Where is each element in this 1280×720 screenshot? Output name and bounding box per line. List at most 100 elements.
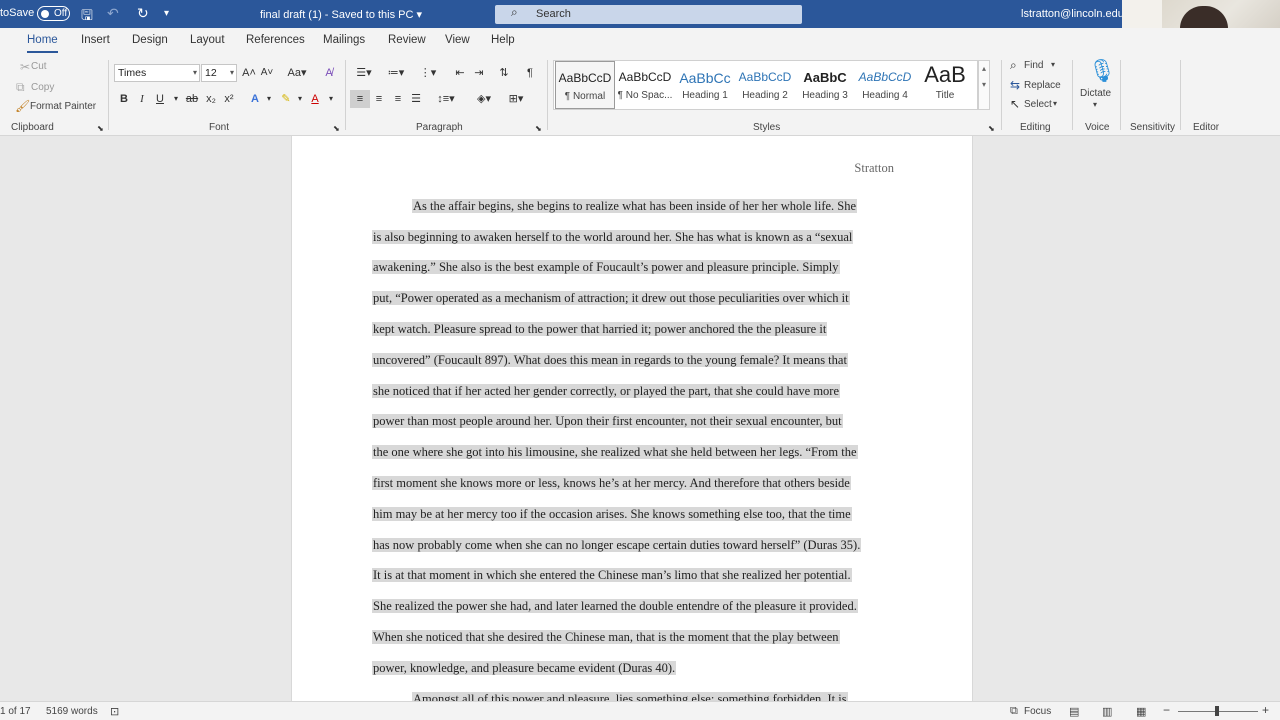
redo-icon[interactable]: ↻ [137, 5, 149, 22]
document-title[interactable]: final draft (1) - Saved to this PC ▾ [260, 8, 422, 21]
tab-layout[interactable]: Layout [190, 34, 225, 46]
paragraph-launcher-icon[interactable]: ⬊ [535, 122, 542, 136]
format-painter-icon[interactable]: 🖌 [15, 99, 30, 113]
replace-button[interactable]: Replace [1024, 80, 1061, 91]
justify-button[interactable]: ☰ [406, 90, 426, 108]
shrink-font-button[interactable]: A˅ [257, 64, 277, 82]
microphone-icon[interactable]: 🎙 [1088, 59, 1116, 83]
tab-design[interactable]: Design [132, 34, 168, 46]
focus-icon[interactable]: ⧉ [1010, 705, 1018, 718]
zoom-slider-thumb[interactable] [1215, 706, 1219, 716]
font-size-combo[interactable]: 12 ▾ [201, 64, 237, 82]
tab-view[interactable]: View [445, 34, 470, 46]
styles-launcher-icon[interactable]: ⬊ [988, 122, 995, 136]
styles-more-button[interactable]: ▴ ▾ [978, 60, 990, 110]
print-layout-icon[interactable]: ▥ [1102, 705, 1112, 718]
bold-button[interactable]: B [114, 90, 134, 108]
copy-icon[interactable]: ⧉ [16, 80, 25, 94]
grow-font-button[interactable]: A˄ [239, 64, 259, 82]
save-icon[interactable]: 🖫 [81, 5, 93, 29]
autosave-toggle[interactable]: Off [37, 6, 70, 21]
style-heading-4[interactable]: AaBbCcD Heading 4 [855, 61, 915, 109]
clipboard-launcher-icon[interactable]: ⬊ [97, 122, 104, 136]
italic-button[interactable]: I [132, 90, 152, 108]
style-heading-2[interactable]: AaBbCcD Heading 2 [735, 61, 795, 109]
chevron-down-icon[interactable]: ▾ [1093, 100, 1097, 109]
tab-help[interactable]: Help [491, 34, 515, 46]
borders-button[interactable]: ⊞▾ [502, 90, 530, 108]
read-mode-icon[interactable]: ▤ [1069, 705, 1079, 718]
text-line[interactable]: She realized the power she had, and late… [372, 595, 858, 617]
text-line[interactable]: power, knowledge, and pleasure became ev… [372, 657, 677, 679]
text-line[interactable]: kept watch. Pleasure spread to the power… [372, 318, 828, 340]
chevron-down-icon[interactable]: ▾ [1051, 60, 1055, 69]
customize-toolbar-icon[interactable]: ▾ [164, 8, 169, 19]
tab-home[interactable]: Home [27, 34, 58, 53]
style-normal[interactable]: AaBbCcD ¶ Normal [555, 61, 615, 109]
style-heading-3[interactable]: AaBbC Heading 3 [795, 61, 855, 109]
tab-insert[interactable]: Insert [81, 34, 110, 46]
text-line[interactable]: awakening.” She also is the best example… [372, 256, 840, 278]
page-count[interactable]: 1 of 17 [0, 706, 31, 717]
strikethrough-button[interactable]: ab [182, 90, 202, 108]
text-line[interactable]: put, “Power operated as a mechanism of a… [372, 287, 850, 309]
proofing-icon[interactable]: ⊡ [110, 705, 119, 718]
replace-icon[interactable]: ⇆ [1010, 78, 1020, 92]
subscript-button[interactable]: x₂ [201, 90, 221, 108]
superscript-button[interactable]: x² [219, 90, 239, 108]
sort-button[interactable]: ⇅ [494, 64, 514, 82]
align-right-button[interactable]: ≡ [388, 90, 408, 108]
tab-mailings[interactable]: Mailings [323, 34, 365, 46]
copy-button[interactable]: Copy [31, 82, 54, 93]
account-email[interactable]: lstratton@lincoln.edu [1021, 8, 1124, 20]
text-line[interactable]: uncovered” (Foucault 897). What does thi… [372, 349, 848, 371]
text-line[interactable]: him may be at her mercy too if the occas… [372, 503, 852, 525]
text-line[interactable]: is also beginning to awaken herself to t… [372, 226, 854, 248]
style-heading-1[interactable]: AaBbCc Heading 1 [675, 61, 735, 109]
show-formatting-button[interactable]: ¶ [520, 64, 540, 82]
multilevel-list-button[interactable]: ⋮▾ [414, 64, 442, 82]
text-line[interactable]: When she noticed that she desired the Ch… [372, 626, 840, 648]
text-line[interactable]: first moment she knows more or less, kno… [372, 472, 851, 494]
web-layout-icon[interactable]: ▦ [1136, 705, 1146, 718]
change-case-button[interactable]: Aa▾ [284, 64, 310, 82]
style-no-spacing[interactable]: AaBbCcD ¶ No Spac... [615, 61, 675, 109]
text-line[interactable]: the one where she got into his limousine… [372, 441, 858, 463]
line-spacing-button[interactable]: ↕≡▾ [432, 90, 460, 108]
shading-button[interactable]: ◈▾ [470, 90, 498, 108]
style-title[interactable]: AaB Title [915, 61, 975, 109]
document-workspace[interactable]: Stratton As the affair begins, she begin… [0, 136, 1280, 701]
word-count[interactable]: 5169 words [46, 706, 98, 717]
text-line[interactable]: It is at that moment in which she entere… [372, 564, 852, 586]
decrease-indent-button[interactable]: ⇤ [450, 64, 470, 82]
font-launcher-icon[interactable]: ⬊ [333, 122, 340, 136]
select-icon[interactable]: ↖ [1010, 97, 1020, 111]
dictate-button[interactable]: Dictate [1080, 88, 1111, 99]
font-name-combo[interactable]: Times ▾ [114, 64, 200, 82]
text-line[interactable]: Amongst all of this power and pleasure, … [412, 688, 848, 701]
clear-formatting-button[interactable]: A̸ [319, 64, 339, 82]
zoom-out-icon[interactable]: − [1163, 703, 1170, 717]
text-line[interactable]: she noticed that if her acted her gender… [372, 380, 841, 402]
text-line[interactable]: As the affair begins, she begins to real… [412, 195, 858, 217]
cut-button[interactable]: Cut [31, 61, 47, 72]
find-button[interactable]: Find [1024, 60, 1043, 71]
undo-icon[interactable]: ↶ [107, 5, 119, 22]
text-line[interactable]: power than most people around her. Upon … [372, 410, 843, 432]
align-center-button[interactable]: ≡ [369, 90, 389, 108]
increase-indent-button[interactable]: ⇥ [469, 64, 489, 82]
format-painter-button[interactable]: Format Painter [30, 101, 96, 112]
search-box[interactable]: ⌕ Search [495, 5, 802, 24]
chevron-down-icon[interactable]: ▾ [1053, 99, 1057, 108]
select-button[interactable]: Select [1024, 99, 1052, 110]
document-page[interactable]: Stratton As the affair begins, she begin… [291, 136, 973, 701]
focus-button[interactable]: Focus [1024, 706, 1051, 717]
tab-references[interactable]: References [246, 34, 305, 46]
chevron-down-icon[interactable]: ▾ [321, 90, 341, 108]
numbering-button[interactable]: ≔▾ [382, 64, 410, 82]
bullets-button[interactable]: ☰▾ [350, 64, 378, 82]
tab-review[interactable]: Review [388, 34, 426, 46]
align-left-button[interactable]: ≡ [350, 90, 370, 108]
cut-icon[interactable]: ✂ [20, 60, 30, 74]
text-line[interactable]: has now probably come when she can no lo… [372, 534, 862, 556]
